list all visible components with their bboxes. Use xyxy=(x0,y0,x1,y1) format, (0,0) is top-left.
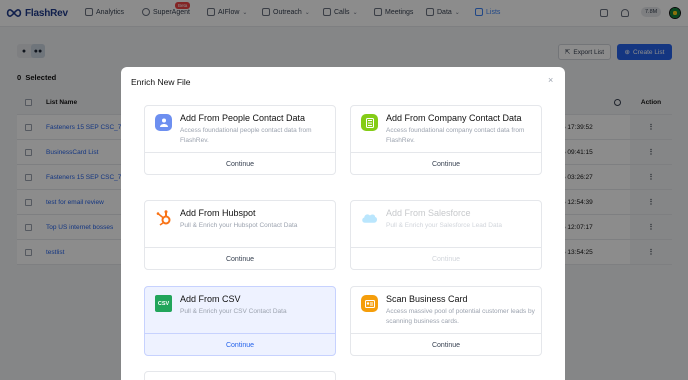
continue-button[interactable]: Continue xyxy=(145,333,335,357)
company-icon xyxy=(361,114,378,131)
continue-button[interactable]: Continue xyxy=(145,247,335,271)
card-people-contact-data[interactable]: Add From People Contact Data Access foun… xyxy=(144,105,336,175)
card-description: Access foundational company contact data… xyxy=(386,127,525,144)
card-title: Scan Business Card xyxy=(386,294,468,304)
card-company-contact-data[interactable]: Add From Company Contact Data Access fou… xyxy=(350,105,542,175)
card-partial[interactable] xyxy=(144,371,336,380)
people-icon xyxy=(155,114,172,131)
modal-title: Enrich New File xyxy=(131,77,191,87)
csv-icon: CSV xyxy=(155,295,172,312)
card-hubspot[interactable]: Add From Hubspot Pull & Enrich your Hubs… xyxy=(144,200,336,270)
card-scan-business-card[interactable]: Scan Business Card Access massive pool o… xyxy=(350,286,542,356)
continue-button: Continue xyxy=(431,255,461,263)
card-description: Access foundational people contact data … xyxy=(180,127,312,144)
continue-button[interactable]: Continue xyxy=(351,333,541,357)
enrich-new-file-modal: Enrich New File × Add From People Contac… xyxy=(121,67,565,380)
close-icon[interactable]: × xyxy=(548,75,553,85)
card-title: Add From Hubspot xyxy=(180,208,256,218)
card-title: Add From CSV xyxy=(180,294,241,304)
continue-button[interactable]: Continue xyxy=(351,152,541,176)
card-salesforce: Add From Salesforce Pull & Enrich your S… xyxy=(350,200,542,270)
card-description: Pull & Enrich your Hubspot Contact Data xyxy=(180,222,298,229)
hubspot-icon xyxy=(155,209,172,226)
business-card-icon xyxy=(361,295,378,312)
card-title: Add From People Contact Data xyxy=(180,113,306,123)
card-csv[interactable]: CSV Add From CSV Pull & Enrich your CSV … xyxy=(144,286,336,356)
card-title: Add From Company Contact Data xyxy=(386,113,522,123)
card-description: Pull & Enrich your Salesforce Lead Data xyxy=(386,222,502,229)
continue-button[interactable]: Continue xyxy=(145,152,335,176)
card-description: Access massive pool of potential custome… xyxy=(386,308,535,325)
salesforce-icon xyxy=(361,209,378,226)
card-title: Add From Salesforce xyxy=(386,208,471,218)
card-description: Pull & Enrich your CSV Contact Data xyxy=(180,308,287,315)
